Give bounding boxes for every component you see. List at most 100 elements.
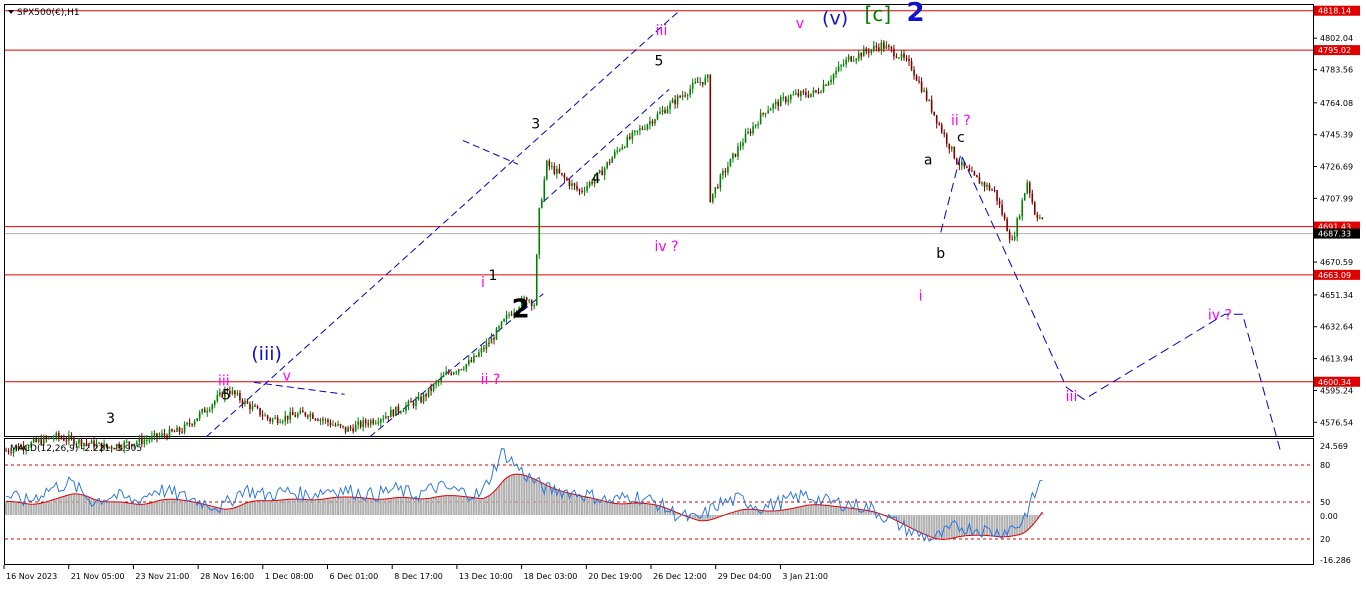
candle-body (151, 435, 153, 440)
macd-tick-label: 0.00 (1320, 512, 1338, 521)
candle-body (465, 364, 468, 369)
macd-title: MACD(12,26,9) -2.221 -3.905 (10, 444, 142, 454)
candle-body (352, 428, 354, 432)
y-tick-label: 4802.04 (1320, 34, 1353, 43)
candle-body (724, 171, 727, 173)
candle-body (676, 96, 679, 105)
candle-body (769, 108, 772, 111)
candle-body (191, 424, 193, 426)
candle-body (55, 432, 58, 439)
candle-body (646, 124, 649, 129)
candle-body (1026, 182, 1029, 194)
candle-body (314, 418, 317, 420)
candle[interactable] (850, 55, 852, 63)
candle-body (684, 95, 686, 97)
wave-label: c (957, 130, 965, 146)
candle[interactable] (956, 157, 958, 165)
candle[interactable] (1033, 200, 1036, 216)
candle-body (802, 91, 805, 93)
candle-body (772, 104, 774, 109)
wave-label: b (936, 246, 945, 262)
symbol-dropdown[interactable]: SPX500(€),H1 (8, 8, 80, 18)
candle-body (945, 134, 948, 144)
candle-body (417, 396, 420, 400)
x-tick-label: 6 Dec 01:00 (330, 572, 379, 581)
candle-body (405, 405, 407, 411)
candle[interactable] (953, 146, 956, 160)
candle[interactable] (543, 176, 546, 202)
candle-body (837, 66, 840, 72)
wave-label: 1 (489, 268, 498, 284)
y-tick-label: 4726.69 (1320, 163, 1353, 172)
candle-body (141, 437, 143, 444)
candle-body (498, 326, 500, 329)
candle[interactable] (395, 406, 397, 417)
candle-body (606, 162, 608, 168)
candle-body (961, 161, 963, 166)
candle-body (415, 399, 417, 406)
wave-label: 3 (106, 411, 115, 427)
wave-label: 2 (907, 0, 925, 28)
trading-chart[interactable]: 4818.14 4795.02 4691.43 4663.09 4600.34 4687.… (0, 0, 1366, 588)
candle[interactable] (1023, 192, 1026, 201)
candle-body (915, 75, 918, 81)
candle-body (842, 64, 845, 66)
candle-body (37, 439, 40, 442)
candle-body (269, 418, 271, 422)
candle-body (239, 393, 241, 401)
candle-body (956, 158, 958, 164)
candle-body (626, 136, 629, 147)
candle-body (930, 99, 933, 112)
x-tick-label: 29 Dec 04:00 (718, 572, 772, 581)
candle-body (739, 145, 742, 147)
candle-body (659, 111, 661, 114)
candle-body (246, 400, 249, 404)
candle-body (387, 416, 390, 418)
candle-body (873, 45, 875, 50)
candle[interactable] (976, 174, 978, 178)
candle[interactable] (709, 74, 712, 203)
candle[interactable] (538, 207, 541, 260)
candle-body (900, 53, 903, 58)
candle-body (274, 417, 276, 419)
candle-body (1041, 217, 1044, 219)
candle-body (1001, 204, 1003, 215)
candle-body (968, 167, 971, 171)
candle[interactable] (546, 159, 548, 181)
wave-label: 3 (531, 117, 540, 133)
candle-body (430, 387, 432, 391)
candle-body (480, 348, 483, 353)
candle-body (983, 182, 986, 187)
candle[interactable] (495, 326, 498, 340)
wave-label: a (924, 152, 933, 168)
candle-body (820, 91, 822, 93)
candle-body (256, 406, 259, 408)
candle-body (193, 421, 196, 425)
candle-body (188, 422, 191, 425)
candle-body (286, 415, 289, 420)
candle-body (470, 360, 473, 362)
candle-body (427, 387, 430, 397)
candle-body (324, 419, 327, 421)
x-tick-label: 28 Nov 16:00 (200, 572, 254, 581)
candle-body (47, 437, 50, 439)
candle-body (540, 199, 543, 208)
candle-body (1039, 217, 1041, 219)
candle-body (950, 146, 953, 150)
candle[interactable] (535, 253, 538, 306)
candle-body (493, 337, 495, 340)
candle-body (774, 101, 777, 105)
candle-body (440, 376, 442, 381)
candle-body (976, 175, 978, 178)
candle-body (390, 409, 392, 418)
candle-body (664, 110, 666, 114)
candle-body (473, 355, 475, 362)
candle-body (913, 69, 915, 76)
candle-body (908, 58, 910, 62)
candle[interactable] (196, 418, 198, 422)
candle-body (392, 409, 395, 416)
candle-body (241, 400, 244, 405)
candle-body (948, 143, 951, 150)
chart-svg[interactable]: 4818.144795.024691.434663.094600.344687.… (0, 0, 1366, 588)
candle[interactable] (729, 158, 732, 167)
